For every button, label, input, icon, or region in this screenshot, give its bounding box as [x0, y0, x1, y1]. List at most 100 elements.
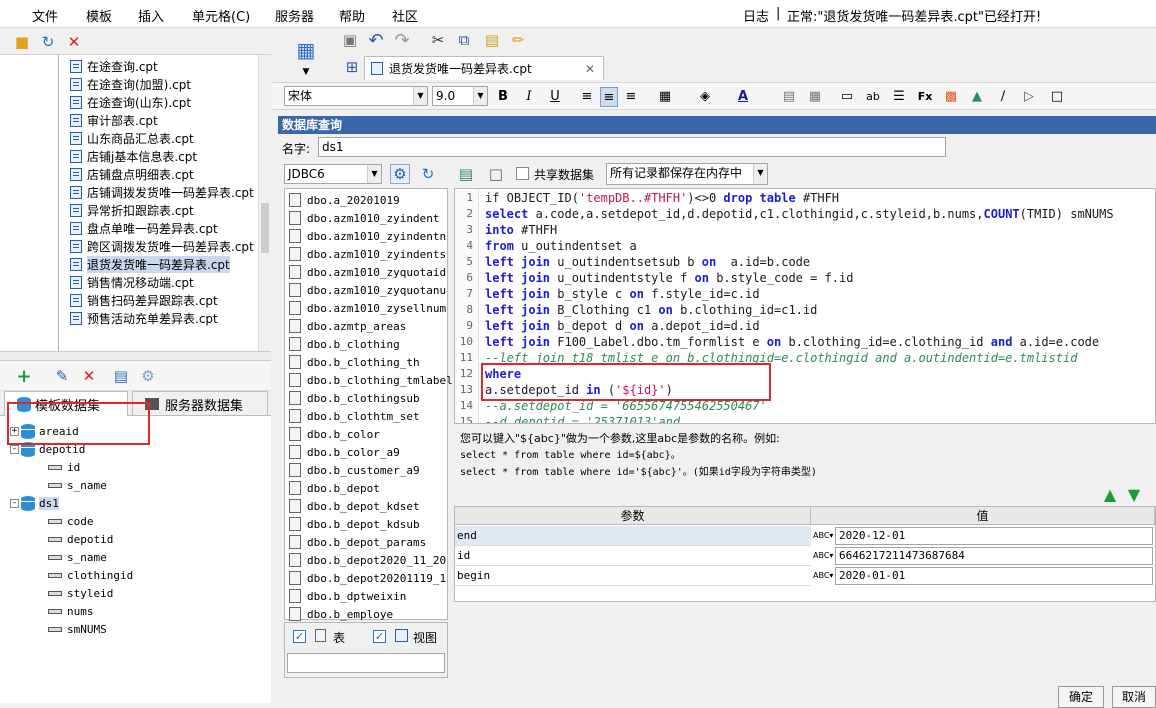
table-item[interactable]: dbo.b_depot20201119_1: [289, 569, 446, 587]
merge-cells-icon[interactable]: ▤: [780, 87, 798, 107]
align-right-icon[interactable]: ≡: [622, 87, 640, 107]
menu-insert[interactable]: 插入: [138, 6, 164, 25]
table-search-input[interactable]: [287, 653, 445, 673]
underline-icon[interactable]: U: [546, 87, 564, 107]
file-item[interactable]: 异常折扣跟踪表.cpt: [70, 201, 194, 219]
table-item[interactable]: dbo.b_employe: [289, 605, 393, 623]
undo-icon[interactable]: ↶: [366, 30, 386, 51]
insert-row-icon[interactable]: ▭: [838, 87, 856, 107]
insert-column-icon[interactable]: ☰: [890, 87, 908, 107]
table-item[interactable]: dbo.b_clothingsub: [289, 389, 420, 407]
table-item[interactable]: dbo.b_color_a9: [289, 443, 400, 461]
connection-select[interactable]: JDBC6 ▼: [284, 164, 382, 184]
param-value-input[interactable]: 2020-01-01: [835, 567, 1153, 585]
log-link[interactable]: 日志: [743, 6, 769, 25]
table-item[interactable]: dbo.azm1010_zyindents: [289, 245, 446, 263]
move-up-icon[interactable]: ▲: [1100, 484, 1120, 504]
table-item[interactable]: dbo.b_depot_params: [289, 533, 426, 551]
field-nums[interactable]: nums: [48, 602, 94, 620]
ok-button[interactable]: 确定: [1058, 686, 1104, 708]
field-s-name[interactable]: s_name: [48, 548, 107, 566]
paste-icon[interactable]: ▤: [482, 30, 502, 50]
redo-icon[interactable]: ↷: [392, 30, 412, 51]
align-left-icon[interactable]: ≡: [578, 87, 596, 107]
table-item[interactable]: dbo.b_clothing_th: [289, 353, 420, 371]
field-clothingid[interactable]: clothingid: [48, 566, 133, 584]
table-item[interactable]: dbo.azm1010_zyquotaid: [289, 263, 446, 281]
align-center-icon[interactable]: ≡: [600, 87, 618, 107]
table-item[interactable]: dbo.b_dptweixin: [289, 587, 406, 605]
table-item[interactable]: dbo.b_depot_kdsub: [289, 515, 420, 533]
table-item[interactable]: dbo.azm1010_zyquotanu: [289, 281, 446, 299]
table-item[interactable]: dbo.b_customer_a9: [289, 461, 420, 479]
file-item[interactable]: 审计部表.cpt: [70, 111, 158, 129]
refresh-tables-icon[interactable]: ↻: [418, 164, 438, 184]
italic-icon[interactable]: I: [520, 87, 538, 107]
cancel-button[interactable]: 取消: [1112, 686, 1156, 708]
table-item[interactable]: dbo.a_20201019: [289, 191, 400, 209]
memory-option-select[interactable]: 所有记录都保存在内存中 ▼: [606, 163, 768, 185]
view-checkbox[interactable]: ✓: [373, 630, 386, 643]
preview-data-icon[interactable]: ▤: [456, 164, 476, 184]
file-item[interactable]: 在途查询(加盟).cpt: [70, 75, 191, 93]
menu-help[interactable]: 帮助: [339, 6, 365, 25]
collapse-icon[interactable]: -: [10, 444, 19, 454]
dataset-name-input[interactable]: ds1: [318, 137, 946, 157]
file-item[interactable]: 预售活动充单差异表.cpt: [70, 309, 218, 327]
table-item[interactable]: dbo.b_clothing: [289, 335, 400, 353]
table-checkbox[interactable]: ✓: [293, 630, 306, 643]
tab-server-dataset[interactable]: 服务器数据集: [132, 391, 268, 416]
image-icon[interactable]: ▲: [968, 87, 986, 107]
font-select[interactable]: 宋体 ▼: [284, 86, 428, 106]
table-item[interactable]: dbo.b_color: [289, 425, 380, 443]
table-item[interactable]: dbo.b_depot2020_11_20: [289, 551, 446, 569]
value-type-icon[interactable]: ABC▾: [813, 547, 833, 565]
connection-settings-icon[interactable]: ⚙: [390, 164, 410, 184]
save-icon[interactable]: ▣: [340, 30, 360, 50]
file-item[interactable]: 盘点单唯一码差异表.cpt: [70, 219, 218, 237]
table-item[interactable]: dbo.b_depot_kdset: [289, 497, 420, 515]
file-item[interactable]: 店铺j基本信息表.cpt: [70, 147, 197, 165]
menu-file[interactable]: 文件: [32, 6, 58, 25]
move-down-icon[interactable]: ▼: [1124, 484, 1144, 504]
menu-template[interactable]: 模板: [86, 6, 112, 25]
value-type-icon[interactable]: ABC▾: [813, 567, 833, 585]
delete-dataset-icon[interactable]: ✕: [79, 366, 99, 386]
file-item-selected[interactable]: 退货发货唯一码差异表.cpt: [70, 255, 230, 273]
new-document-icon[interactable]: □: [486, 164, 506, 184]
font-size-select[interactable]: 9.0 ▼: [432, 86, 488, 106]
table-item[interactable]: dbo.b_clothtm_set: [289, 407, 420, 425]
field-styleid[interactable]: styleid: [48, 584, 113, 602]
field-id[interactable]: id: [48, 458, 80, 476]
more-icon[interactable]: □: [1048, 87, 1066, 107]
file-item[interactable]: 店铺调拨发货唯一码差异表.cpt: [70, 183, 254, 201]
file-item[interactable]: 销售扫码差异跟踪表.cpt: [70, 291, 218, 309]
file-item[interactable]: 店铺盘点明细表.cpt: [70, 165, 194, 183]
menu-server[interactable]: 服务器: [275, 6, 314, 25]
shared-dataset-checkbox[interactable]: [516, 167, 529, 180]
scrollbar-thumb[interactable]: [261, 203, 269, 253]
sql-editor[interactable]: 1 2 3 4 5 6 7 8 9 10 11 12 13 14 15 if O…: [454, 188, 1156, 424]
bold-icon[interactable]: B: [494, 87, 512, 107]
border-icon[interactable]: ▦: [656, 87, 674, 107]
dataset-query-icon[interactable]: ▦: [292, 36, 320, 64]
menu-community[interactable]: 社区: [392, 6, 418, 25]
open-folder-icon[interactable]: ■: [12, 32, 32, 52]
chart-icon[interactable]: ▩: [942, 87, 960, 107]
menu-cell[interactable]: 单元格(C): [192, 6, 250, 25]
cut-icon[interactable]: ✂: [428, 30, 448, 50]
new-sheet-icon[interactable]: ⊞: [342, 57, 362, 77]
value-type-icon[interactable]: ABC▾: [813, 527, 833, 545]
close-tab-icon[interactable]: ✕: [585, 62, 595, 76]
collapse-icon[interactable]: -: [10, 498, 19, 508]
split-cells-icon[interactable]: ▦: [806, 87, 824, 107]
file-tree-scrollbar[interactable]: [258, 55, 271, 351]
field-depotid[interactable]: depotid: [48, 530, 113, 548]
file-item[interactable]: 销售情况移动端.cpt: [70, 273, 194, 291]
param-value-input[interactable]: 2020-12-01: [835, 527, 1153, 545]
param-value-input[interactable]: 6646217211473687684: [835, 547, 1153, 565]
edit-icon[interactable]: ✎: [52, 366, 72, 386]
dropdown-arrow-icon[interactable]: ▼: [296, 62, 316, 82]
field-smnums[interactable]: smNUMS: [48, 620, 107, 638]
settings-icon[interactable]: ⚙: [138, 366, 158, 386]
